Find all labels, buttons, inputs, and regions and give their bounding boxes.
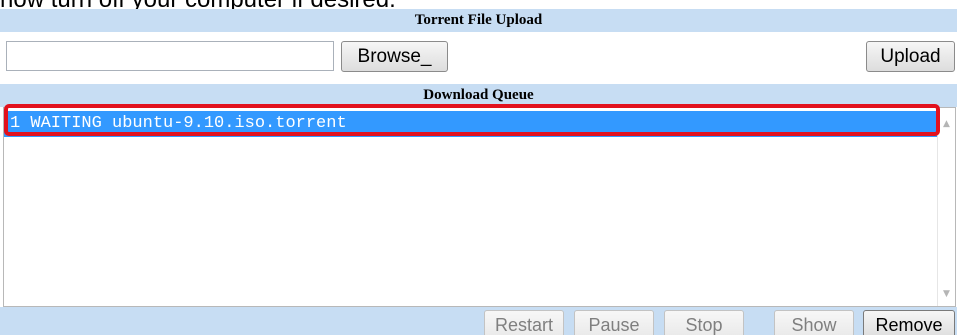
show-button[interactable]: Show <box>774 310 854 335</box>
scroll-up-arrow-icon[interactable]: ▲ <box>938 116 955 132</box>
download-queue-list[interactable]: 1 WAITING ubuntu-9.10.iso.torrent ▲ ▼ <box>3 107 956 307</box>
queue-scrollbar[interactable]: ▲ ▼ <box>937 108 955 306</box>
upload-button[interactable]: Upload <box>866 41 955 72</box>
browse-button[interactable]: Browse_ <box>341 41 448 72</box>
restart-button[interactable]: Restart <box>484 310 564 335</box>
download-queue-header: Download Queue <box>0 84 957 107</box>
stop-button[interactable]: Stop <box>664 310 744 335</box>
file-path-input[interactable] <box>6 41 334 71</box>
queue-item-selected[interactable]: 1 WAITING ubuntu-9.10.iso.torrent <box>4 111 937 137</box>
pause-button[interactable]: Pause <box>574 310 654 335</box>
torrent-upload-header: Torrent File Upload <box>0 9 957 32</box>
scroll-down-arrow-icon[interactable]: ▼ <box>938 286 955 302</box>
queue-items: 1 WAITING ubuntu-9.10.iso.torrent <box>4 108 937 306</box>
queue-action-bar: Restart Pause Stop Show Remove <box>0 307 957 335</box>
remove-button[interactable]: Remove <box>863 310 955 335</box>
upload-row: Browse_ Upload <box>0 32 957 84</box>
